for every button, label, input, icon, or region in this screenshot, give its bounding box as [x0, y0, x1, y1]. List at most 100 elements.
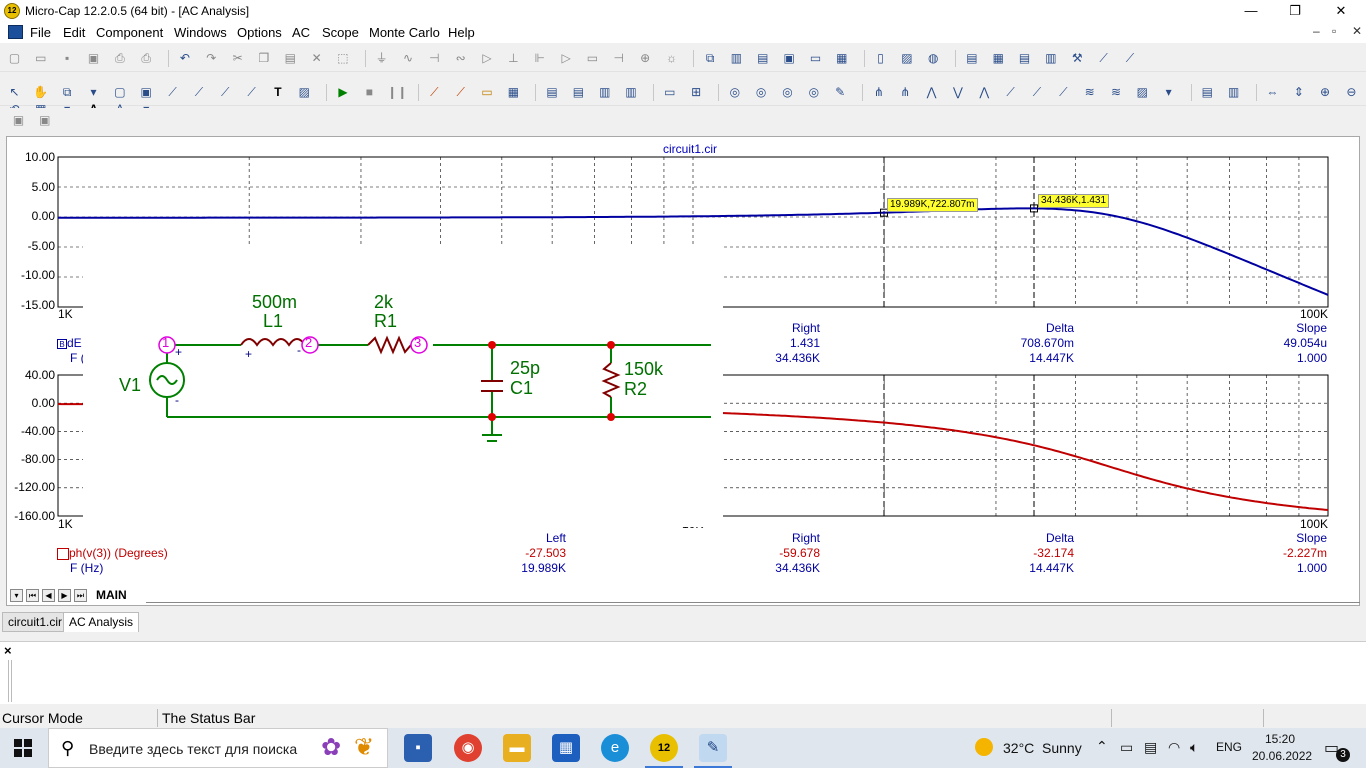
redo-icon[interactable]: ↷	[203, 50, 220, 67]
inflection-icon[interactable]: ⟋	[1028, 84, 1045, 101]
valley-icon[interactable]: ⋁	[949, 84, 966, 101]
cursor-mode-icon[interactable]: ▣	[138, 84, 155, 101]
r2-name[interactable]: R2	[624, 379, 647, 400]
menu-windows[interactable]: Windows	[174, 25, 227, 40]
horizontal-scrollbar[interactable]	[146, 602, 1360, 603]
slope-icon[interactable]: ≋	[1107, 84, 1124, 101]
menu-scope[interactable]: Scope	[322, 25, 359, 40]
r1-name[interactable]: R1	[374, 311, 397, 332]
zoom-area-icon[interactable]: ◎	[779, 84, 796, 101]
tab-circuit[interactable]: circuit1.cir	[2, 612, 69, 632]
magnitude-trace-legend[interactable]: BdE	[57, 336, 82, 350]
scale-mode-icon[interactable]: ⧉	[59, 84, 76, 101]
file-explorer-icon[interactable]: ▬	[503, 734, 531, 762]
grid-toggle-icon[interactable]: ▦	[505, 84, 522, 101]
close-output-pane-button[interactable]: ×	[4, 643, 12, 658]
ground-component-icon[interactable]: ⏚	[373, 50, 390, 67]
restore-button[interactable]: ❐	[1272, 0, 1318, 22]
resistor-component-icon[interactable]: ∿	[400, 50, 417, 67]
c1-value[interactable]: 25p	[510, 358, 540, 379]
text-tool-icon[interactable]: T	[269, 84, 286, 101]
copy-icon[interactable]: ❐	[255, 50, 272, 67]
switch-component-icon[interactable]: ⊣	[610, 50, 627, 67]
wifi-icon[interactable]: ◠	[1168, 739, 1180, 756]
r1-value[interactable]: 2k	[374, 292, 393, 313]
fit-y-icon[interactable]: ⇕	[1290, 84, 1307, 101]
weather-temperature[interactable]: 32°C	[1003, 740, 1034, 756]
language-indicator[interactable]: ENG	[1216, 740, 1242, 754]
macro-component-icon[interactable]: ▭	[584, 50, 601, 67]
vertical-tag-icon[interactable]: ⟋	[217, 84, 234, 101]
windows-start-icon[interactable]	[14, 739, 32, 757]
store-app-icon[interactable]: ▦	[552, 734, 580, 762]
save-all-icon[interactable]: ▣	[85, 50, 102, 67]
left-cursor-tag[interactable]: 19.989K,722.807m	[887, 198, 978, 212]
menu-help[interactable]: Help	[448, 25, 475, 40]
point-tag-icon[interactable]: ⟋	[164, 84, 181, 101]
menu-file[interactable]: File	[30, 25, 51, 40]
menu-edit[interactable]: Edit	[63, 25, 85, 40]
right-cursor-tag[interactable]: 34.436K,1.431	[1038, 194, 1110, 208]
minimize-button[interactable]: —	[1228, 0, 1274, 22]
minor-grid-icon[interactable]: ▥	[623, 84, 640, 101]
text-align-icon[interactable]: ▤	[544, 84, 561, 101]
resistor-r1[interactable]	[367, 335, 412, 355]
tokens-icon[interactable]: ▥	[596, 84, 613, 101]
micro-cap-app-icon[interactable]: 12	[4, 3, 20, 19]
zoom-out-icon[interactable]: ⊖	[1343, 84, 1360, 101]
pane-grip[interactable]	[8, 660, 12, 702]
view-icon[interactable]: ▥	[1042, 50, 1059, 67]
low-icon[interactable]: ⟋	[1002, 84, 1019, 101]
page-menu-button[interactable]: ▾	[10, 589, 23, 602]
delete-icon[interactable]: ✕	[308, 50, 325, 67]
inductor-component-icon[interactable]: ∾	[452, 50, 469, 67]
v1-name[interactable]: V1	[119, 375, 141, 396]
output-pane[interactable]: ×	[0, 641, 1366, 704]
analysis-icon[interactable]: ⟋	[1121, 50, 1138, 67]
clock-time[interactable]: 15:20	[1265, 732, 1295, 746]
menu-monte-carlo[interactable]: Monte Carlo	[369, 25, 440, 40]
prev-page-button[interactable]: ◀	[42, 589, 55, 602]
capacitor-component-icon[interactable]: ⊣	[426, 50, 443, 67]
tools-icon[interactable]: ⚒	[1069, 50, 1086, 67]
graphics-icon[interactable]: ▨	[296, 84, 313, 101]
c1-name[interactable]: C1	[510, 378, 533, 399]
mdi-minimize-button[interactable]: –	[1313, 24, 1320, 38]
clock-date[interactable]: 20.06.2022	[1252, 749, 1312, 763]
menu-component[interactable]: Component	[96, 25, 163, 40]
select-mode-icon[interactable]: ↖	[6, 84, 23, 101]
first-page-button[interactable]: ⏮	[26, 589, 39, 602]
global-low-icon[interactable]: ≋	[1081, 84, 1098, 101]
select-all-icon[interactable]: ⬚	[334, 50, 351, 67]
zoom-in-icon[interactable]: ⊕	[1317, 84, 1334, 101]
mdi-close-button[interactable]: ✕	[1352, 24, 1362, 38]
paste-icon[interactable]: ▤	[282, 50, 299, 67]
component-editor-icon[interactable]: ▯	[872, 50, 889, 67]
menu-ac[interactable]: AC	[292, 25, 310, 40]
zoom-out-plot-icon[interactable]: ◎	[805, 84, 822, 101]
globe-icon[interactable]: ◍	[925, 50, 942, 67]
last-page-button[interactable]: ⏭	[74, 589, 87, 602]
floppy-app-icon[interactable]: ▪	[404, 734, 432, 762]
ruler-icon[interactable]: ▤	[570, 84, 587, 101]
sun-weather-icon[interactable]	[975, 738, 993, 756]
calculator-icon[interactable]: ▦	[833, 50, 850, 67]
numeric-output-icon[interactable]: ▤	[1199, 84, 1216, 101]
tile-horizontal-icon[interactable]: ▤	[754, 50, 771, 67]
open-file-icon[interactable]: ▭	[32, 50, 49, 67]
high-icon[interactable]: ⋀	[976, 84, 993, 101]
window-split-icon[interactable]: ▣	[781, 50, 798, 67]
source-component-icon[interactable]: ⊕	[637, 50, 654, 67]
inductor-l1[interactable]	[240, 338, 306, 347]
taskbar-search-box[interactable]: ⚲ Введите здесь текст для поиска ✿ ❦	[48, 728, 388, 768]
tile-vertical-icon[interactable]: ▥	[728, 50, 745, 67]
analysis-plot-window[interactable]: circuit1.cir 10.00 5.00 0.00 -5.00 -10.0…	[6, 136, 1360, 606]
phase-trace-legend[interactable]: ph(v(3)) (Degrees)	[57, 546, 168, 560]
fit-x-icon[interactable]: ⇔	[1264, 84, 1281, 101]
go-to-x-icon[interactable]: ▨	[1134, 84, 1151, 101]
next-valley-icon[interactable]: ⋔	[897, 84, 914, 101]
ungroup-icon[interactable]: ▣	[36, 112, 53, 129]
plus-mode-icon[interactable]: ⊞	[688, 84, 705, 101]
stepping-icon[interactable]: ⟋	[426, 84, 443, 101]
shape-editor-icon[interactable]: ▨	[898, 50, 915, 67]
